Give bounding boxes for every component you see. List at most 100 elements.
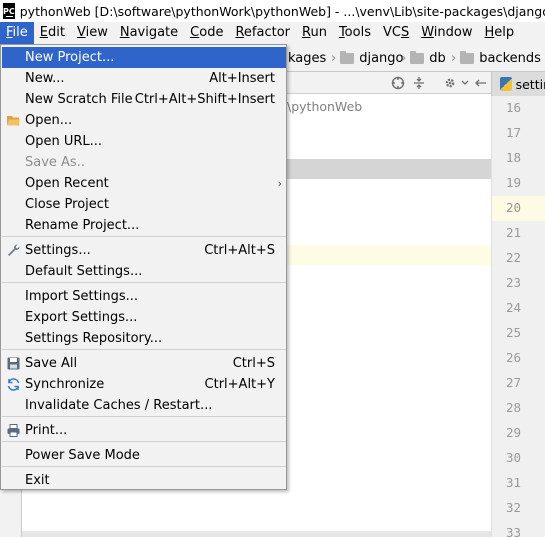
file-menu-item-invalidate-caches-restart[interactable]: Invalidate Caches / Restart... xyxy=(2,395,286,416)
chevron-right-icon: › xyxy=(401,50,407,66)
chevron-right-icon: › xyxy=(331,50,337,66)
folder-icon xyxy=(410,50,425,64)
menu-item-shortcut: Ctrl+Alt+Shift+Insert xyxy=(134,92,275,107)
folder-open-icon xyxy=(6,113,21,128)
menu-separator xyxy=(2,349,286,350)
breadcrumb-db[interactable]: › db xyxy=(397,44,446,72)
menu-item-shortcut: Alt+Insert xyxy=(209,71,275,86)
file-menu-item-open-url[interactable]: Open URL... xyxy=(2,131,286,152)
menu-vcs[interactable]: VCS xyxy=(377,22,415,44)
menu-item-label: Save All xyxy=(25,356,78,371)
line-number: 23 xyxy=(505,275,521,290)
collapse-all-icon[interactable] xyxy=(411,75,427,91)
breadcrumb-django[interactable]: › django xyxy=(327,44,403,72)
menu-label-rest: ode xyxy=(199,25,224,40)
file-menu-item-settings-repository[interactable]: Settings Repository... xyxy=(2,328,286,349)
save-icon xyxy=(6,356,21,371)
menu-separator xyxy=(2,441,286,442)
chevron-down-icon[interactable] xyxy=(457,75,473,91)
file-menu-item-save-all[interactable]: Save All Ctrl+S xyxy=(2,353,286,374)
menu-label-rest: VC xyxy=(382,25,401,40)
wrench-icon xyxy=(6,243,21,258)
menu-bar: File Edit View Navigate Code Refactor Run Tools… xyxy=(0,22,545,44)
menu-mnemonic: N xyxy=(119,25,130,40)
menu-item-shortcut: Ctrl+Alt+Y xyxy=(204,377,275,392)
editor-gutter: 16 17 18 19 20 21 22 23 24 25 26 27 28 29 30 31 32 33 xyxy=(491,96,545,537)
file-menu-item-default-settings[interactable]: Default Settings... xyxy=(2,261,286,282)
line-number: 33 xyxy=(505,525,521,537)
menu-view[interactable]: View xyxy=(71,22,114,44)
menu-label-rest: ile xyxy=(12,25,28,40)
file-menu-item-synchronize[interactable]: Synchronize Ctrl+Alt+Y xyxy=(2,374,286,395)
file-menu-item-print[interactable]: Print... xyxy=(2,420,286,441)
line-number: 18 xyxy=(505,150,521,165)
line-number: 22 xyxy=(505,250,521,265)
menu-item-label: Close Project xyxy=(25,197,110,212)
menu-window[interactable]: Window xyxy=(415,22,478,44)
line-number: 28 xyxy=(505,400,521,415)
file-menu-item-new-project[interactable]: New Project... xyxy=(2,47,286,68)
menu-item-label: Settings... xyxy=(25,243,91,258)
line-number: 20 xyxy=(505,200,521,215)
line-number: 26 xyxy=(505,350,521,365)
menu-separator xyxy=(2,236,286,237)
file-menu-item-settings[interactable]: Settings... Ctrl+Alt+S xyxy=(2,240,286,261)
breadcrumb-backends[interactable]: › backends xyxy=(447,44,541,72)
horizontal-scrollbar[interactable] xyxy=(22,531,491,537)
editor-tab-settings[interactable]: settin xyxy=(491,72,545,96)
file-menu-item-import-settings[interactable]: Import Settings... xyxy=(2,286,286,307)
file-menu-item-new-scratch-file[interactable]: New Scratch File Ctrl+Alt+Shift+Insert xyxy=(2,89,286,110)
menu-label-rest: elp xyxy=(494,25,515,40)
menu-item-label: Print... xyxy=(25,423,68,438)
file-menu-item-close-project[interactable]: Close Project xyxy=(2,194,286,215)
menu-refactor[interactable]: Refactor xyxy=(229,22,296,44)
menu-tools[interactable]: Tools xyxy=(333,22,377,44)
menu-code[interactable]: Code xyxy=(184,22,229,44)
file-menu-item-export-settings[interactable]: Export Settings... xyxy=(2,307,286,328)
file-menu-item-exit[interactable]: Exit xyxy=(2,470,286,491)
hide-panel-icon[interactable] xyxy=(473,75,489,91)
submenu-arrow-icon: › xyxy=(277,177,282,190)
title-bar: PC pythonWeb [D:\software\pythonWork\pyt… xyxy=(0,0,545,22)
menu-item-shortcut: Ctrl+S xyxy=(232,356,275,371)
menu-label-rest: un xyxy=(310,25,327,40)
menu-label-rest: iew xyxy=(85,25,108,40)
file-menu-item-new[interactable]: New... Alt+Insert xyxy=(2,68,286,89)
breadcrumb-site-packages[interactable]: kages xyxy=(288,44,326,72)
line-number: 31 xyxy=(505,475,521,490)
file-menu-item-rename-project[interactable]: Rename Project... xyxy=(2,215,286,236)
menu-label-rest: ools xyxy=(344,25,371,40)
gear-icon[interactable] xyxy=(442,75,458,91)
project-root-path: \pythonWeb xyxy=(287,99,363,114)
target-icon[interactable] xyxy=(390,75,406,91)
line-number: 32 xyxy=(505,500,521,515)
folder-icon xyxy=(340,50,355,64)
menu-item-label: Save As.. xyxy=(25,155,85,170)
menu-navigate[interactable]: Navigate xyxy=(114,22,184,44)
line-number: 19 xyxy=(505,175,521,190)
python-file-icon xyxy=(500,77,512,91)
menu-item-label: Open... xyxy=(25,113,73,128)
file-menu-item-open-recent[interactable]: Open Recent › xyxy=(2,173,286,194)
printer-icon xyxy=(6,423,21,438)
line-number: 29 xyxy=(505,425,521,440)
menu-separator xyxy=(2,416,286,417)
menu-mnemonic: R xyxy=(235,25,244,40)
window-title: pythonWeb [D:\software\pythonWork\python… xyxy=(19,3,545,19)
menu-item-label: Open URL... xyxy=(25,134,103,149)
menu-edit[interactable]: Edit xyxy=(34,22,71,44)
folder-icon xyxy=(460,50,475,64)
menu-run[interactable]: Run xyxy=(296,22,333,44)
file-menu-item-open[interactable]: Open... xyxy=(2,110,286,131)
menu-help[interactable]: Help xyxy=(479,22,521,44)
line-number: 30 xyxy=(505,450,521,465)
file-menu-item-power-save-mode[interactable]: Power Save Mode xyxy=(2,445,286,466)
sync-icon xyxy=(6,377,21,392)
menu-mnemonic: W xyxy=(421,25,434,40)
menu-file[interactable]: File xyxy=(0,22,34,44)
menu-label-rest: avigate xyxy=(129,25,179,40)
chevron-right-icon: › xyxy=(451,50,457,66)
menu-separator xyxy=(2,466,286,467)
menu-item-label: New Project... xyxy=(25,50,115,65)
menu-item-label: New Scratch File xyxy=(25,92,133,107)
